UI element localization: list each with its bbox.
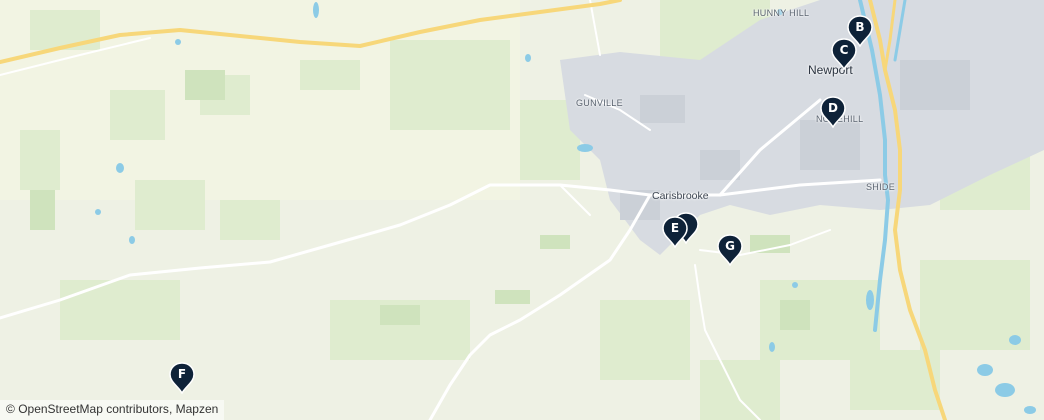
map-marker-label: C bbox=[839, 43, 849, 57]
map-canvas[interactable]: HUNNY HILL Newport GUNVILLE NODEHILL Car… bbox=[0, 0, 1044, 420]
map-marker-e[interactable]: E bbox=[661, 216, 689, 248]
map-marker-c[interactable]: C bbox=[830, 38, 858, 70]
map-marker-d[interactable]: D bbox=[819, 96, 847, 128]
place-label-shide: SHIDE bbox=[866, 182, 896, 192]
map-marker-g[interactable]: G bbox=[716, 234, 744, 266]
copyright-symbol: © bbox=[6, 402, 15, 416]
place-label-gunville: GUNVILLE bbox=[576, 98, 623, 108]
map-marker-f[interactable]: F bbox=[168, 362, 196, 394]
attribution-separator: , bbox=[168, 402, 173, 416]
map-marker-label: D bbox=[828, 101, 838, 115]
map-marker-label: B bbox=[855, 20, 865, 34]
map-attribution: © OpenStreetMap contributors, Mapzen bbox=[0, 400, 225, 420]
mapzen-link[interactable]: Mapzen bbox=[176, 402, 219, 416]
openstreetmap-link[interactable]: OpenStreetMap contributors bbox=[18, 402, 169, 416]
place-label-carisbrooke: Carisbrooke bbox=[652, 190, 709, 202]
map-marker-label: E bbox=[670, 221, 680, 235]
map-marker-label: F bbox=[177, 367, 187, 381]
place-label-hunny-hill: HUNNY HILL bbox=[753, 8, 810, 18]
map-marker-label: G bbox=[725, 239, 735, 253]
map-base-layer bbox=[0, 0, 1044, 420]
